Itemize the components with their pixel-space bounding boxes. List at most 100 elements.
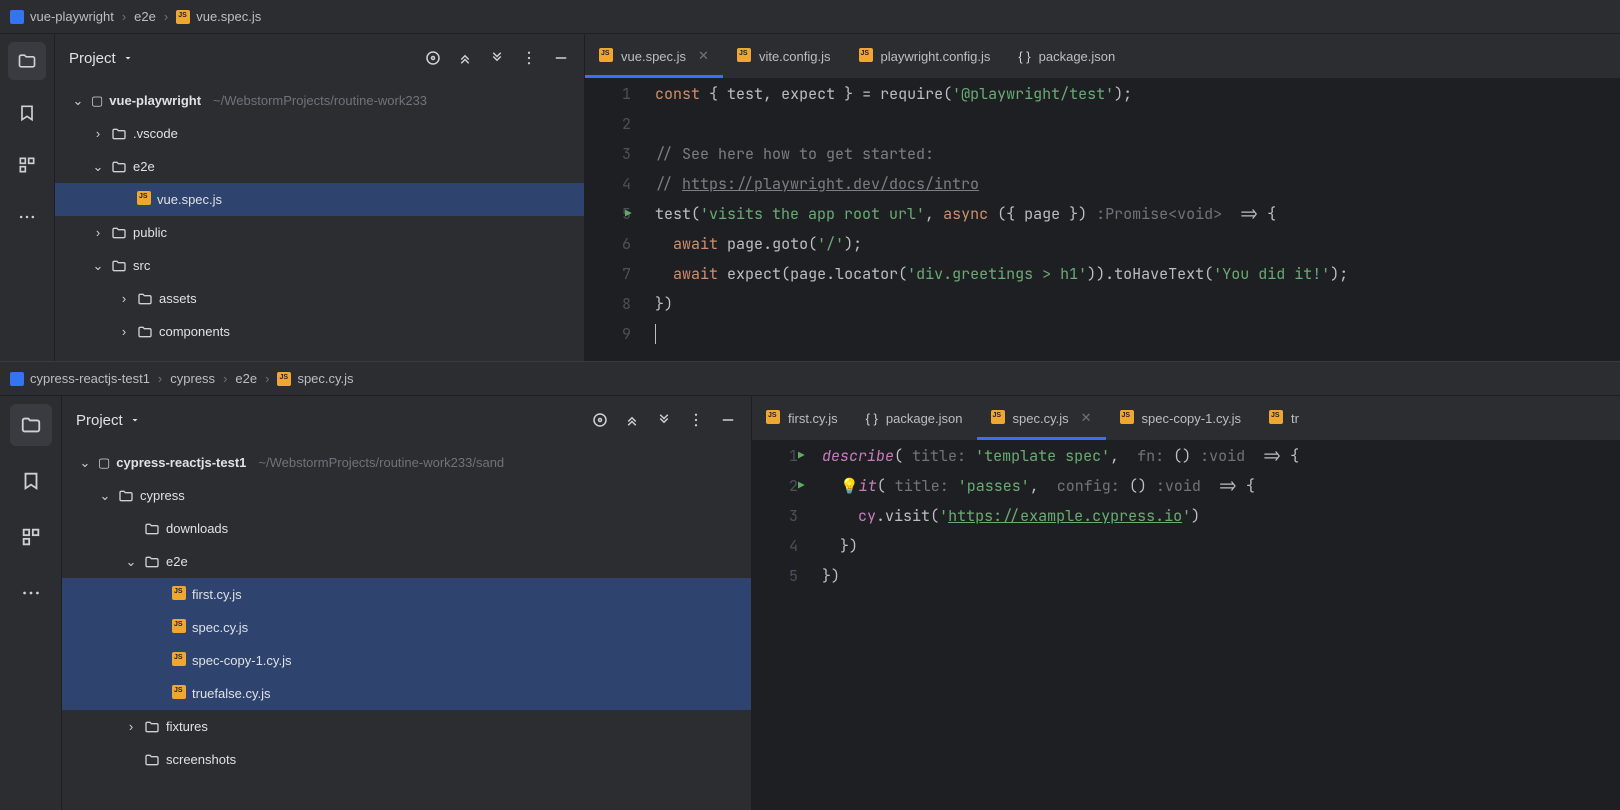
more-tool-button[interactable]: [10, 572, 52, 614]
tree-row[interactable]: ›fixtures: [62, 710, 751, 743]
tree-label: spec-copy-1.cy.js: [192, 653, 291, 668]
tab-label: first.cy.js: [788, 411, 838, 426]
code-editor[interactable]: ▶1▶2345 describe( title: 'template spec'…: [752, 441, 1620, 810]
bulb-icon[interactable]: 💡: [840, 476, 859, 496]
code-editor[interactable]: 1234▶56789 const { test, expect } = requ…: [585, 79, 1620, 361]
folder-icon: [118, 488, 134, 504]
editor-tab[interactable]: { }package.json: [1004, 34, 1129, 78]
tree-root[interactable]: ⌄ ▢ vue-playwright ~/WebstormProjects/ro…: [55, 84, 584, 117]
sidebar-rail: [0, 34, 55, 361]
tree-row[interactable]: ⌄e2e: [62, 545, 751, 578]
bookmarks-tool-button[interactable]: [10, 460, 52, 502]
folder-icon: [17, 51, 37, 71]
js-icon: [737, 48, 751, 65]
breadcrumb-item[interactable]: e2e: [134, 9, 156, 24]
tab-label: spec.cy.js: [1013, 411, 1069, 426]
tree-label: public: [133, 225, 167, 240]
more-tool-button[interactable]: [8, 198, 46, 236]
chevron-down-icon: [122, 52, 134, 64]
breadcrumb-item[interactable]: vue-playwright: [10, 9, 114, 24]
settings-icon[interactable]: [520, 49, 538, 67]
code-content[interactable]: const { test, expect } = require('@playw…: [655, 79, 1620, 361]
select-target-icon[interactable]: [591, 411, 609, 429]
project-panel-title[interactable]: Project: [69, 50, 416, 67]
folder-icon: [144, 719, 160, 735]
tree-row[interactable]: ›public: [55, 216, 584, 249]
collapse-all-icon[interactable]: [655, 411, 673, 429]
js-icon: [176, 10, 190, 24]
tree-root[interactable]: ⌄ ▢ cypress-reactjs-test1 ~/WebstormProj…: [62, 446, 751, 479]
chevron-down-icon: ⌄: [98, 488, 112, 504]
breadcrumb-item[interactable]: cypress: [170, 371, 215, 386]
breadcrumb-item[interactable]: spec.cy.js: [277, 371, 353, 386]
tree-label: components: [159, 324, 230, 339]
tree-row[interactable]: ⌄src: [55, 249, 584, 282]
close-icon[interactable]: ✕: [698, 48, 709, 64]
gutter: ▶1▶2345: [752, 441, 822, 810]
tree-row[interactable]: downloads: [62, 512, 751, 545]
tab-label: playwright.config.js: [881, 49, 991, 64]
collapse-all-icon[interactable]: [488, 49, 506, 67]
project-panel-header: Project: [55, 34, 584, 82]
project-panel-title[interactable]: Project: [76, 412, 583, 429]
run-gutter-icon[interactable]: ▶: [798, 471, 805, 501]
tree-row[interactable]: ⌄e2e: [55, 150, 584, 183]
tree-row[interactable]: truefalse.cy.js: [62, 677, 751, 710]
chevron-right-icon: ›: [158, 371, 162, 386]
folder-icon: [144, 752, 160, 768]
tree-label: .vscode: [133, 126, 178, 141]
minimize-icon[interactable]: [552, 49, 570, 67]
project-panel-header: Project: [62, 396, 751, 444]
js-icon: [859, 48, 873, 65]
editor-tab[interactable]: spec-copy-1.cy.js: [1106, 396, 1255, 440]
tree-label: truefalse.cy.js: [192, 686, 271, 701]
tree-row[interactable]: ›.vscode: [55, 117, 584, 150]
breadcrumb-item[interactable]: e2e: [235, 371, 257, 386]
project-tool-button[interactable]: [10, 404, 52, 446]
tree-row[interactable]: spec.cy.js: [62, 611, 751, 644]
breadcrumb-item[interactable]: vue.spec.js: [176, 9, 261, 24]
tree-label: spec.cy.js: [192, 620, 248, 635]
expand-all-icon[interactable]: [623, 411, 641, 429]
minimize-icon[interactable]: [719, 411, 737, 429]
structure-tool-button[interactable]: [8, 146, 46, 184]
tree-label: screenshots: [166, 752, 236, 767]
editor-tab[interactable]: tr: [1255, 396, 1313, 440]
tree-row[interactable]: first.cy.js: [62, 578, 751, 611]
editor-tab[interactable]: playwright.config.js: [845, 34, 1005, 78]
project-panel: Project ⌄ ▢ vue-playwright ~/WebstormPro…: [55, 34, 585, 361]
project-tool-button[interactable]: [8, 42, 46, 80]
project-icon: [10, 372, 24, 386]
tree-row[interactable]: ›components: [55, 315, 584, 348]
select-target-icon[interactable]: [424, 49, 442, 67]
close-icon[interactable]: ✕: [1081, 410, 1092, 426]
editor-tab[interactable]: first.cy.js: [752, 396, 852, 440]
tree-label: assets: [159, 291, 197, 306]
tree-label: vue.spec.js: [157, 192, 222, 207]
breadcrumb-item[interactable]: cypress-reactjs-test1: [10, 371, 150, 386]
expand-all-icon[interactable]: [456, 49, 474, 67]
editor-tab[interactable]: spec.cy.js ✕: [977, 396, 1106, 440]
editor-tab[interactable]: vue.spec.js✕: [585, 34, 723, 78]
folder-icon: [20, 414, 42, 436]
run-gutter-icon[interactable]: ▶: [625, 199, 632, 229]
editor-tab[interactable]: { }package.json: [852, 396, 977, 440]
tree-row[interactable]: vue.spec.js: [55, 183, 584, 216]
tree-label: fixtures: [166, 719, 208, 734]
ellipsis-icon: [17, 207, 37, 227]
tree-row[interactable]: spec-copy-1.cy.js: [62, 644, 751, 677]
code-content[interactable]: describe( title: 'template spec', fn: ()…: [822, 441, 1620, 810]
bookmark-icon: [20, 470, 42, 492]
tree-row[interactable]: ⌄cypress: [62, 479, 751, 512]
tree-row[interactable]: screenshots: [62, 743, 751, 776]
bookmarks-tool-button[interactable]: [8, 94, 46, 132]
folder-icon: [111, 159, 127, 175]
editor-tab[interactable]: vite.config.js: [723, 34, 845, 78]
structure-tool-button[interactable]: [10, 516, 52, 558]
run-gutter-icon[interactable]: ▶: [798, 441, 805, 471]
tab-label: spec-copy-1.cy.js: [1142, 411, 1241, 426]
tree-row[interactable]: ›assets: [55, 282, 584, 315]
settings-icon[interactable]: [687, 411, 705, 429]
folder-icon: [144, 554, 160, 570]
tab-label: tr: [1291, 411, 1299, 426]
